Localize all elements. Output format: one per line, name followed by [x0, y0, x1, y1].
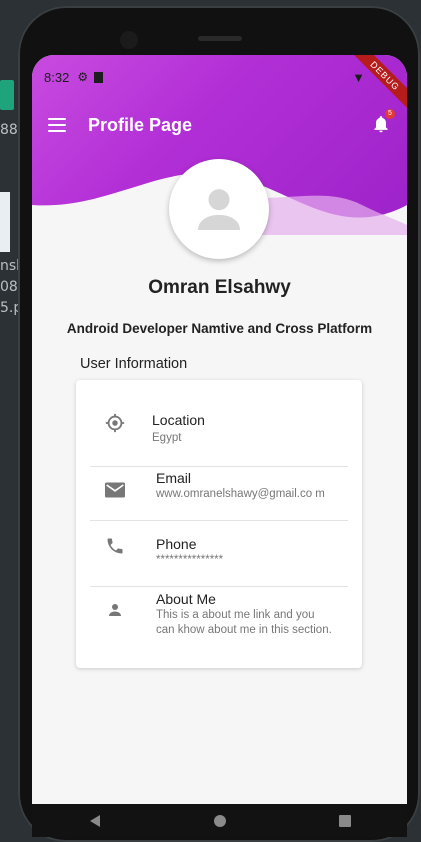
desktop-file-thumb — [0, 192, 10, 252]
info-value: This is a about me link and you can khow… — [156, 609, 332, 636]
clock: 8:32 — [44, 69, 70, 85]
status-bar: 8:32 ⚙ ▼ — [32, 55, 407, 99]
divider — [90, 586, 348, 587]
person-placeholder-icon — [198, 189, 240, 230]
speaker-grille — [198, 36, 242, 41]
info-value: Egypt — [152, 432, 182, 444]
info-value: www.omranelshawy@gmail.co m — [156, 488, 325, 500]
menu-icon[interactable] — [48, 118, 66, 132]
divider — [90, 466, 348, 467]
back-icon[interactable] — [88, 814, 102, 828]
desktop-file-icon — [0, 80, 14, 110]
info-item-about[interactable]: About Me This is a about me link and you… — [90, 591, 348, 638]
system-nav-bar — [32, 804, 407, 837]
phone-icon — [107, 538, 123, 554]
home-icon[interactable] — [213, 814, 227, 828]
section-title: User Information — [80, 356, 188, 372]
camera-icon — [120, 31, 138, 49]
profile-role: Android Developer Namtive and Cross Plat… — [66, 321, 373, 336]
user-info-card: Location Egypt Email www.omranelshawy@gm… — [76, 380, 362, 668]
info-label: Email — [156, 470, 192, 486]
person-icon — [109, 604, 121, 616]
app-bar: Profile Page 5 — [32, 99, 407, 151]
location-icon — [105, 413, 125, 433]
notification-badge: 5 — [385, 109, 395, 119]
settings-status-icon: ⚙ — [77, 70, 89, 84]
notification-bell-icon[interactable]: 5 — [371, 109, 395, 135]
divider — [90, 520, 348, 521]
sd-card-icon — [94, 71, 104, 83]
page-title: Profile Page — [88, 114, 193, 135]
info-item-email[interactable]: Email www.omranelshawy@gmail.co m — [90, 470, 348, 502]
info-label: Location — [152, 412, 205, 428]
profile-name: Omran Elsahwy — [148, 277, 291, 298]
recents-icon[interactable] — [338, 814, 352, 828]
info-label: Phone — [156, 536, 197, 552]
info-item-phone[interactable]: Phone *************** — [90, 536, 348, 568]
avatar[interactable] — [169, 159, 269, 259]
info-label: About Me — [156, 591, 216, 607]
app-screen: 8:32 ⚙ ▼ DEBUG Profile Page 5 Omran Elsa… — [32, 55, 407, 804]
info-item-location[interactable]: Location Egypt — [90, 412, 348, 446]
email-icon — [105, 482, 125, 498]
info-value: *************** — [156, 554, 224, 566]
wifi-icon: ▼ — [352, 69, 365, 85]
